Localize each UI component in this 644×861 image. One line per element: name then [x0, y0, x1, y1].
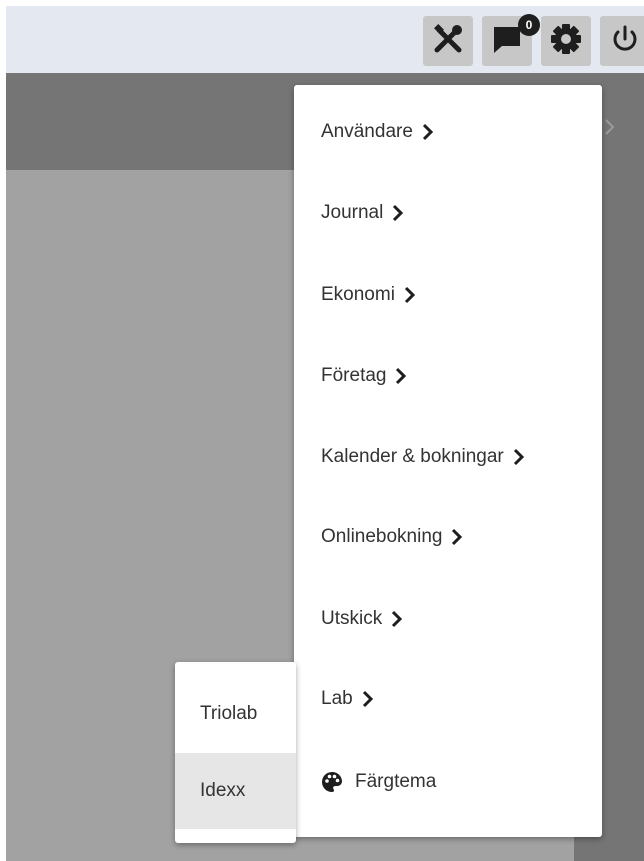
menu-item-kalender[interactable]: Kalender & bokningar	[294, 427, 602, 487]
submenu-item-triolab[interactable]: Triolab	[175, 676, 296, 752]
chevron-right-icon	[451, 528, 463, 546]
menu-item-anvandare[interactable]: Användare	[294, 102, 602, 162]
menu-item-label: Ekonomi	[321, 284, 395, 305]
tools-button[interactable]	[423, 16, 473, 66]
chevron-right-icon	[395, 367, 407, 385]
chevron-right-icon	[362, 690, 374, 708]
menu-item-lab[interactable]: Lab	[294, 669, 602, 729]
menu-item-onlinebokning[interactable]: Onlinebokning	[294, 507, 602, 567]
chevron-right-icon	[391, 610, 403, 628]
notification-count-badge: 0	[518, 14, 540, 36]
menu-item-label: Onlinebokning	[321, 526, 443, 547]
palette-icon	[321, 771, 343, 793]
submenu-item-label: Triolab	[200, 703, 258, 724]
submenu-item-label: Idexx	[200, 780, 246, 801]
settings-menu: Användare Journal Ekonomi Företag Kalend…	[294, 85, 602, 837]
submenu-item-idexx[interactable]: Idexx	[175, 753, 296, 829]
menu-item-label: Kalender & bokningar	[321, 446, 504, 467]
chevron-right-icon	[392, 204, 404, 222]
gear-icon	[549, 22, 583, 61]
menu-item-fargtema[interactable]: Färgtema	[294, 752, 602, 812]
menu-item-label: Lab	[321, 688, 353, 709]
power-icon	[608, 22, 642, 61]
chevron-right-icon	[404, 286, 416, 304]
menu-item-journal[interactable]: Journal	[294, 183, 602, 243]
chevron-right-icon	[513, 448, 525, 466]
menu-item-label: Utskick	[321, 608, 383, 629]
chevron-right-icon	[422, 123, 434, 141]
menu-item-foretag[interactable]: Företag	[294, 346, 602, 406]
settings-button[interactable]	[541, 16, 591, 66]
lab-submenu: Triolab Idexx	[175, 662, 296, 843]
menu-item-label: Företag	[321, 365, 387, 386]
menu-item-label: Färgtema	[355, 771, 437, 792]
menu-item-label: Journal	[321, 202, 384, 223]
tools-icon	[431, 22, 465, 61]
menu-item-ekonomi[interactable]: Ekonomi	[294, 265, 602, 325]
menu-item-utskick[interactable]: Utskick	[294, 589, 602, 649]
logout-button[interactable]	[600, 16, 644, 66]
chevron-right-icon	[604, 118, 616, 141]
menu-item-label: Användare	[321, 121, 413, 142]
